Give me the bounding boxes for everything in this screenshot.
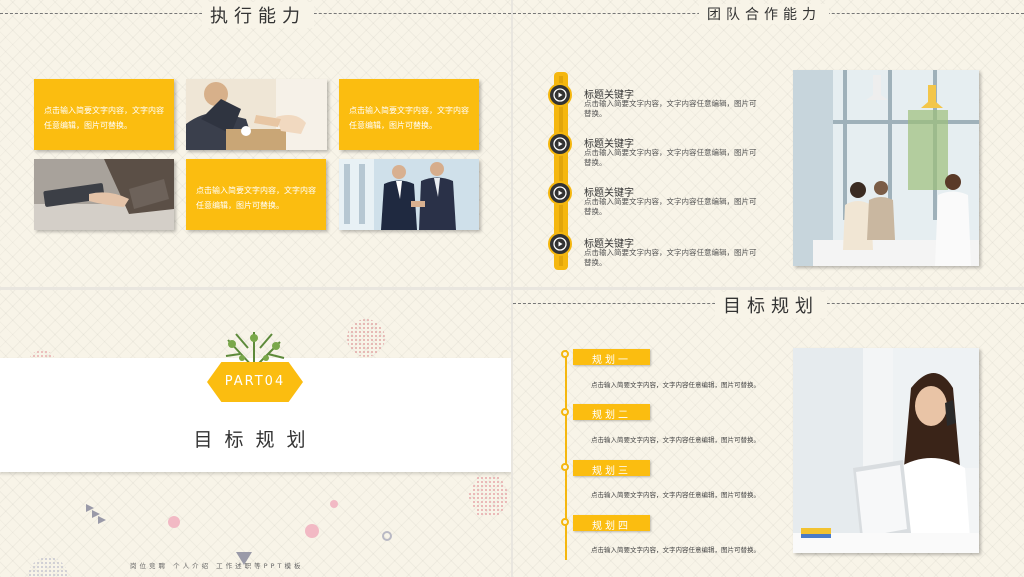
plan-step: 规划三	[573, 460, 650, 477]
pink-dot-decoration	[330, 500, 338, 508]
dot-hexagon-decoration	[468, 476, 510, 516]
part-label: PART04	[224, 374, 286, 389]
slide-title: 团队合作能力	[699, 4, 829, 24]
plan-step-label: 规划三	[592, 466, 631, 477]
text-box-label: 点击输入简要文字内容，文字内容任意编辑，图片可替换。	[349, 106, 469, 130]
slide-thumbnail-part04[interactable]: PART04 目标规划 岗位竞聘 个人介绍 工作述职等PPT模板	[0, 290, 511, 577]
pink-dot-decoration	[305, 524, 319, 538]
dot-circle-decoration	[347, 319, 385, 357]
triangle-decoration	[86, 504, 106, 524]
plan-step: 规划一	[573, 349, 650, 366]
timeline-dot	[561, 350, 569, 358]
plan-step-description: 点击输入简要文字内容，文字内容任意编辑，图片可替换。	[591, 491, 760, 499]
plan-step-description: 点击输入简要文字内容，文字内容任意编辑，图片可替换。	[591, 436, 760, 444]
text-box-label: 点击输入简要文字内容，文字内容任意编辑，图片可替换。	[44, 106, 164, 130]
pink-dot-decoration	[168, 516, 180, 528]
slide-thumbnail-goal-planning[interactable]: 目标规划 规划一 点击输入简要文字内容，文字内容任意编辑，图片可替换。 规划二 …	[513, 290, 1024, 577]
play-icon	[548, 181, 572, 205]
slide-title: 目标规划	[715, 292, 827, 318]
item-description: 点击输入简要文字内容，文字内容任意编辑，图片可替换。	[584, 148, 757, 167]
item-description: 点击输入简要文字内容，文字内容任意编辑，图片可替换。	[584, 99, 757, 118]
item-description: 点击输入简要文字内容，文字内容任意编辑，图片可替换。	[584, 197, 757, 216]
text-box: 点击输入简要文字内容，文字内容任意编辑，图片可替换。	[339, 79, 479, 150]
plan-step-description: 点击输入简要文字内容，文字内容任意编辑，图片可替换。	[591, 546, 760, 554]
tablet-hands-photo	[34, 159, 174, 230]
plan-step-label: 规划一	[592, 355, 631, 366]
business-meeting-photo	[186, 79, 327, 150]
plan-step: 规划二	[573, 404, 650, 421]
slide-title: 执行能力	[202, 2, 314, 28]
woman-phone-laptop-photo	[793, 348, 979, 553]
timeline-dot	[561, 463, 569, 471]
slide-thumbnail-teamwork[interactable]: 团队合作能力 标题关键字 点击输入简要文字内容，文字内容任意编辑，图片可替换。 …	[513, 0, 1024, 287]
ring-decoration	[382, 531, 392, 541]
text-box-label: 点击输入简要文字内容，文字内容任意编辑，图片可替换。	[196, 186, 316, 210]
slide-thumbnail-execution[interactable]: 执行能力 点击输入简要文字内容，文字内容任意编辑，图片可替换。 点击输入简要文字…	[0, 0, 511, 287]
text-box: 点击输入简要文字内容，文字内容任意编辑，图片可替换。	[186, 159, 326, 230]
timeline-dot	[561, 408, 569, 416]
footer-caption: 岗位竞聘 个人介绍 工作述职等PPT模板	[130, 562, 304, 570]
dot-semicircle-decoration	[28, 557, 68, 577]
plan-step-description: 点击输入简要文字内容，文字内容任意编辑，图片可替换。	[591, 381, 760, 389]
timeline-dot	[561, 518, 569, 526]
play-icon	[548, 132, 572, 156]
plan-step: 规划四	[573, 515, 650, 532]
handshake-photo	[339, 159, 479, 230]
timeline-line	[565, 350, 567, 560]
office-team-photo	[793, 70, 979, 266]
play-icon	[548, 232, 572, 256]
text-box: 点击输入简要文字内容，文字内容任意编辑，图片可替换。	[34, 79, 174, 150]
section-title: 目标规划	[193, 429, 318, 451]
item-description: 点击输入简要文字内容，文字内容任意编辑，图片可替换。	[584, 248, 757, 267]
plan-step-label: 规划二	[592, 410, 631, 421]
plan-step-label: 规划四	[592, 521, 631, 532]
play-icon	[548, 83, 572, 107]
part-badge: PART04	[207, 362, 303, 402]
